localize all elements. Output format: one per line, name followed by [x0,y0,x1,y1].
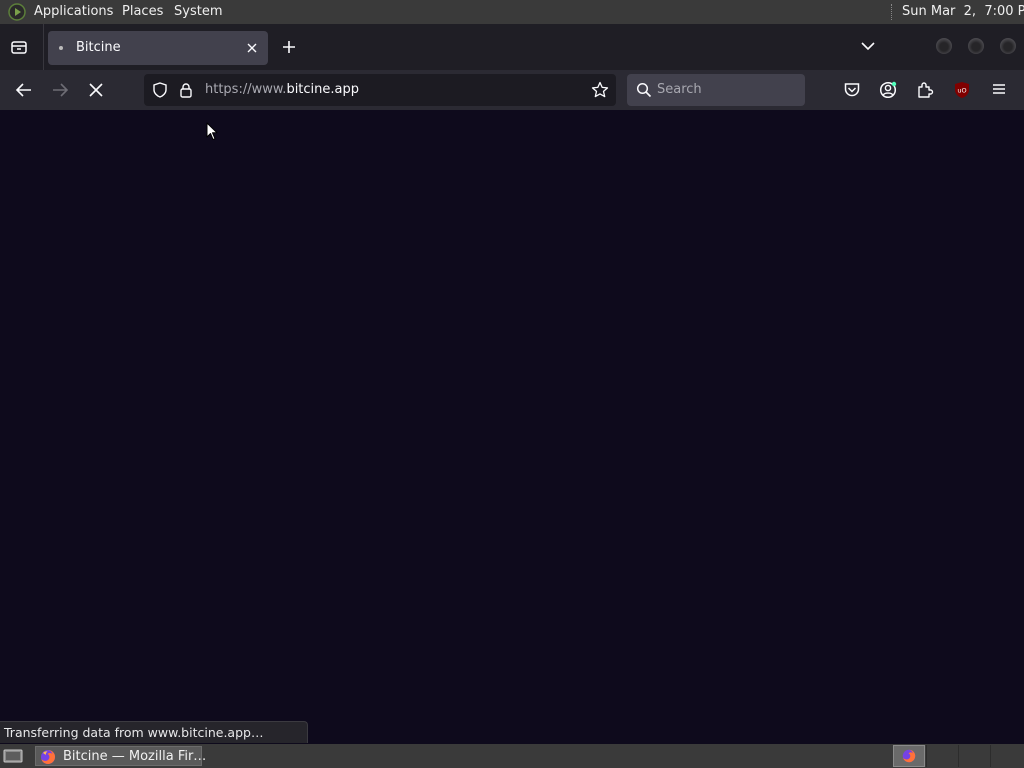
hamburger-menu-icon[interactable] [991,82,1007,96]
forward-arrow-icon[interactable] [51,82,69,98]
mouse-pointer-icon [206,122,218,141]
panel-separator [891,4,893,20]
bottom-panel: Bitcine — Mozilla Fir… [0,744,1024,768]
firefox-icon [39,749,57,765]
shield-icon[interactable] [152,82,168,98]
account-icon[interactable] [879,81,897,99]
status-panel: Transferring data from www.bitcine.app… [0,721,308,743]
workspace-4[interactable] [990,745,1022,767]
star-icon[interactable] [591,81,609,99]
pocket-icon[interactable] [843,81,861,99]
tab-strip-divider [43,24,44,70]
url-domain: bitcine.app [286,82,359,97]
nav-bar: https://www.bitcine.app Search uO [0,70,1024,110]
chevron-down-icon[interactable] [861,40,875,52]
status-text: Transferring data from www.bitcine.app… [4,725,264,740]
taskbar-window-button[interactable]: Bitcine — Mozilla Fir… [35,746,206,766]
taskbar-window-label: Bitcine — Mozilla Fir… [63,749,207,764]
page-content[interactable] [0,110,1024,744]
firefox-icon [901,748,917,764]
search-input[interactable]: Search [627,74,805,106]
menu-places[interactable]: Places [122,4,163,19]
workspace-2[interactable] [926,745,958,767]
show-desktop-icon[interactable] [3,748,23,764]
window-minimize-button[interactable] [936,38,952,54]
window-maximize-button[interactable] [968,38,984,54]
workspace-3[interactable] [958,745,990,767]
url-prefix: https://www. [205,82,287,97]
window-close-button[interactable] [1000,38,1016,54]
stop-icon[interactable] [89,83,103,97]
tab-title: Bitcine [76,40,121,55]
svg-text:uO: uO [957,87,966,95]
search-placeholder: Search [657,82,702,97]
puzzle-icon[interactable] [916,81,934,99]
tab-loading-icon [59,46,63,50]
top-panel: Applications Places System Sun Mar 2, 7:… [0,0,1024,24]
workspace-1[interactable] [893,745,925,767]
list-all-tabs-icon[interactable] [10,39,28,55]
menu-system[interactable]: System [174,4,222,19]
close-icon[interactable] [246,42,258,54]
tab-strip: Bitcine [0,24,1024,70]
plus-icon[interactable] [282,40,296,54]
menu-applications[interactable]: Applications [34,4,113,19]
panel-clock[interactable]: Sun Mar 2, 7:00 PM [902,4,1024,19]
distro-logo-icon[interactable] [8,3,28,21]
url-bar[interactable]: https://www.bitcine.app [144,74,616,106]
search-icon [636,82,652,98]
back-arrow-icon[interactable] [15,82,33,98]
lock-icon[interactable] [179,82,193,98]
url-text[interactable]: https://www.bitcine.app [205,82,359,97]
ublock-icon[interactable]: uO [954,81,970,99]
tab-bitcine[interactable]: Bitcine [48,31,268,65]
